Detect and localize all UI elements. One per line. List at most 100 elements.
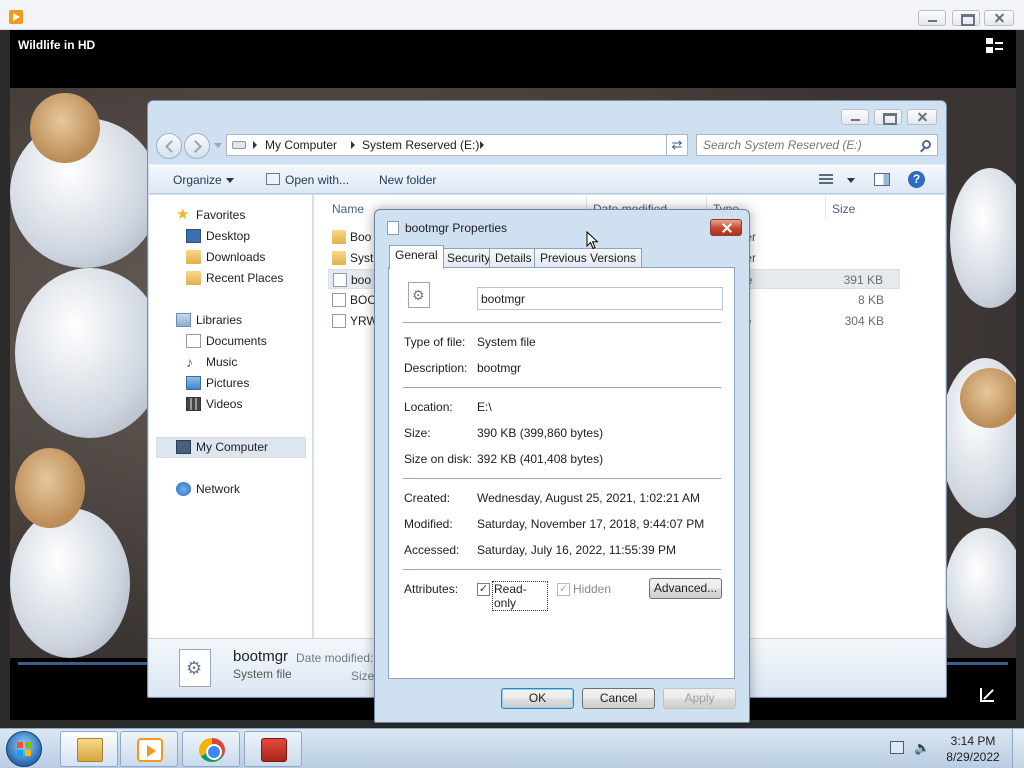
- folder-icon: [332, 230, 346, 244]
- dialog-title: bootmgr Properties: [405, 221, 508, 235]
- new-folder-button[interactable]: New folder: [379, 173, 436, 187]
- system-file-icon: [408, 282, 430, 308]
- read-only-checkbox-group[interactable]: ✓ Read-only: [477, 581, 548, 611]
- search-icon[interactable]: [922, 140, 931, 149]
- column-divider[interactable]: [825, 195, 826, 219]
- preview-pane-icon[interactable]: [874, 173, 890, 186]
- toolbox-icon: [261, 738, 287, 762]
- nav-recent-places-label: Recent Places: [206, 271, 284, 285]
- switch-to-library-icon[interactable]: [986, 38, 1004, 54]
- file-size: 391 KB: [843, 273, 883, 287]
- read-only-checkbox[interactable]: ✓: [477, 583, 490, 596]
- clock-date[interactable]: 8/29/2022: [940, 750, 1006, 764]
- network-icon[interactable]: [890, 741, 904, 754]
- type-value: System file: [477, 335, 536, 349]
- description-value: bootmgr: [477, 361, 522, 375]
- search-box[interactable]: [696, 134, 938, 156]
- file-name-field[interactable]: [477, 287, 723, 310]
- divider: [403, 569, 721, 570]
- network-icon: [176, 482, 191, 496]
- tab-general[interactable]: General: [389, 245, 444, 269]
- taskbar-explorer-button[interactable]: [60, 731, 118, 767]
- recent-places-icon: [186, 271, 201, 285]
- nav-videos[interactable]: Videos: [186, 395, 243, 413]
- nav-desktop-label: Desktop: [206, 229, 251, 243]
- show-desktop-button[interactable]: [1012, 729, 1024, 768]
- modified-label: Modified:: [404, 517, 453, 531]
- chevron-down-icon: [225, 178, 234, 184]
- help-icon[interactable]: ?: [908, 171, 925, 188]
- nav-favorites-label: Favorites: [196, 208, 246, 222]
- clock-time[interactable]: 3:14 PM: [948, 734, 998, 748]
- nav-downloads[interactable]: Downloads: [186, 248, 266, 266]
- organize-button[interactable]: Organize: [173, 173, 234, 187]
- dialog-close-button[interactable]: [710, 219, 742, 236]
- address-bar[interactable]: My Computer System Reserved (E:): [226, 134, 688, 156]
- back-button[interactable]: [156, 133, 182, 159]
- explorer-minimize-button[interactable]: [841, 109, 869, 125]
- minimize-button[interactable]: [918, 10, 946, 26]
- tab-previous-versions[interactable]: Previous Versions: [534, 248, 643, 268]
- nav-downloads-label: Downloads: [206, 250, 266, 264]
- open-with-button[interactable]: Open with...: [285, 173, 349, 187]
- file-size: 8 KB: [857, 293, 884, 307]
- ok-button[interactable]: OK: [501, 688, 574, 709]
- refresh-button[interactable]: ⇄: [666, 134, 688, 156]
- recent-pages-dropdown-icon[interactable]: [214, 143, 222, 148]
- column-size[interactable]: Size: [832, 202, 855, 216]
- nav-documents[interactable]: Documents: [186, 332, 267, 350]
- folder-icon: [332, 251, 346, 265]
- read-only-label[interactable]: Read-only: [492, 581, 548, 611]
- hidden-label: Hidden: [573, 582, 612, 596]
- nav-network[interactable]: Network: [176, 480, 241, 498]
- accessed-label: Accessed:: [404, 543, 460, 557]
- size-on-disk-value: 392 KB (401,408 bytes): [477, 452, 604, 466]
- divider: [403, 387, 721, 388]
- nav-favorites[interactable]: ★ Favorites: [176, 206, 246, 224]
- nav-recent-places[interactable]: Recent Places: [186, 269, 284, 287]
- cancel-button[interactable]: Cancel: [582, 688, 655, 709]
- file-size: 304 KB: [844, 314, 884, 328]
- nav-libraries[interactable]: Libraries: [176, 311, 242, 329]
- nav-pictures[interactable]: Pictures: [186, 374, 249, 392]
- search-input[interactable]: [703, 137, 913, 153]
- close-button[interactable]: [984, 10, 1014, 26]
- nav-videos-label: Videos: [206, 397, 243, 411]
- breadcrumb-system-reserved[interactable]: System Reserved (E:): [362, 138, 479, 152]
- nav-desktop[interactable]: Desktop: [186, 227, 251, 245]
- nav-network-label: Network: [196, 482, 241, 496]
- file-name: BOC: [350, 293, 377, 307]
- explorer-maximize-button[interactable]: [874, 109, 902, 125]
- nav-my-computer[interactable]: My Computer: [176, 438, 268, 456]
- size-label: Size:: [404, 426, 431, 440]
- chevron-right-icon[interactable]: [480, 141, 484, 149]
- forward-button[interactable]: [184, 133, 210, 159]
- explorer-close-button[interactable]: [907, 109, 937, 125]
- fullscreen-icon[interactable]: [980, 688, 994, 702]
- location-value: E:\: [477, 400, 492, 414]
- pictures-icon: [186, 376, 201, 390]
- taskbar-chrome-button[interactable]: [182, 731, 240, 767]
- maximize-button[interactable]: [952, 10, 980, 26]
- navigation-pane: ★ Favorites Desktop Downloads Recent Pla…: [149, 195, 313, 638]
- view-dropdown-icon[interactable]: [847, 178, 855, 183]
- volume-icon[interactable]: 🔈: [914, 741, 930, 754]
- taskbar-media-player-button[interactable]: [120, 731, 178, 767]
- description-label: Description:: [404, 361, 468, 375]
- details-date-modified-label: Date modified:: [296, 651, 374, 665]
- advanced-button[interactable]: Advanced...: [649, 578, 722, 599]
- chevron-right-icon[interactable]: [253, 141, 257, 149]
- change-view-icon[interactable]: [819, 174, 833, 185]
- file-name: Boo: [350, 230, 372, 244]
- tab-details[interactable]: Details: [489, 248, 538, 268]
- file-icon: [332, 293, 346, 307]
- breadcrumb-my-computer[interactable]: My Computer: [265, 138, 337, 152]
- taskbar-toolbox-button[interactable]: [244, 731, 302, 767]
- hidden-checkbox: ✓: [557, 583, 570, 596]
- column-name[interactable]: Name: [332, 202, 364, 216]
- media-player-icon: [137, 738, 163, 762]
- start-button[interactable]: [6, 731, 42, 767]
- chevron-right-icon[interactable]: [351, 141, 355, 149]
- nav-music[interactable]: ♪ Music: [186, 353, 237, 371]
- chrome-icon: [199, 738, 225, 762]
